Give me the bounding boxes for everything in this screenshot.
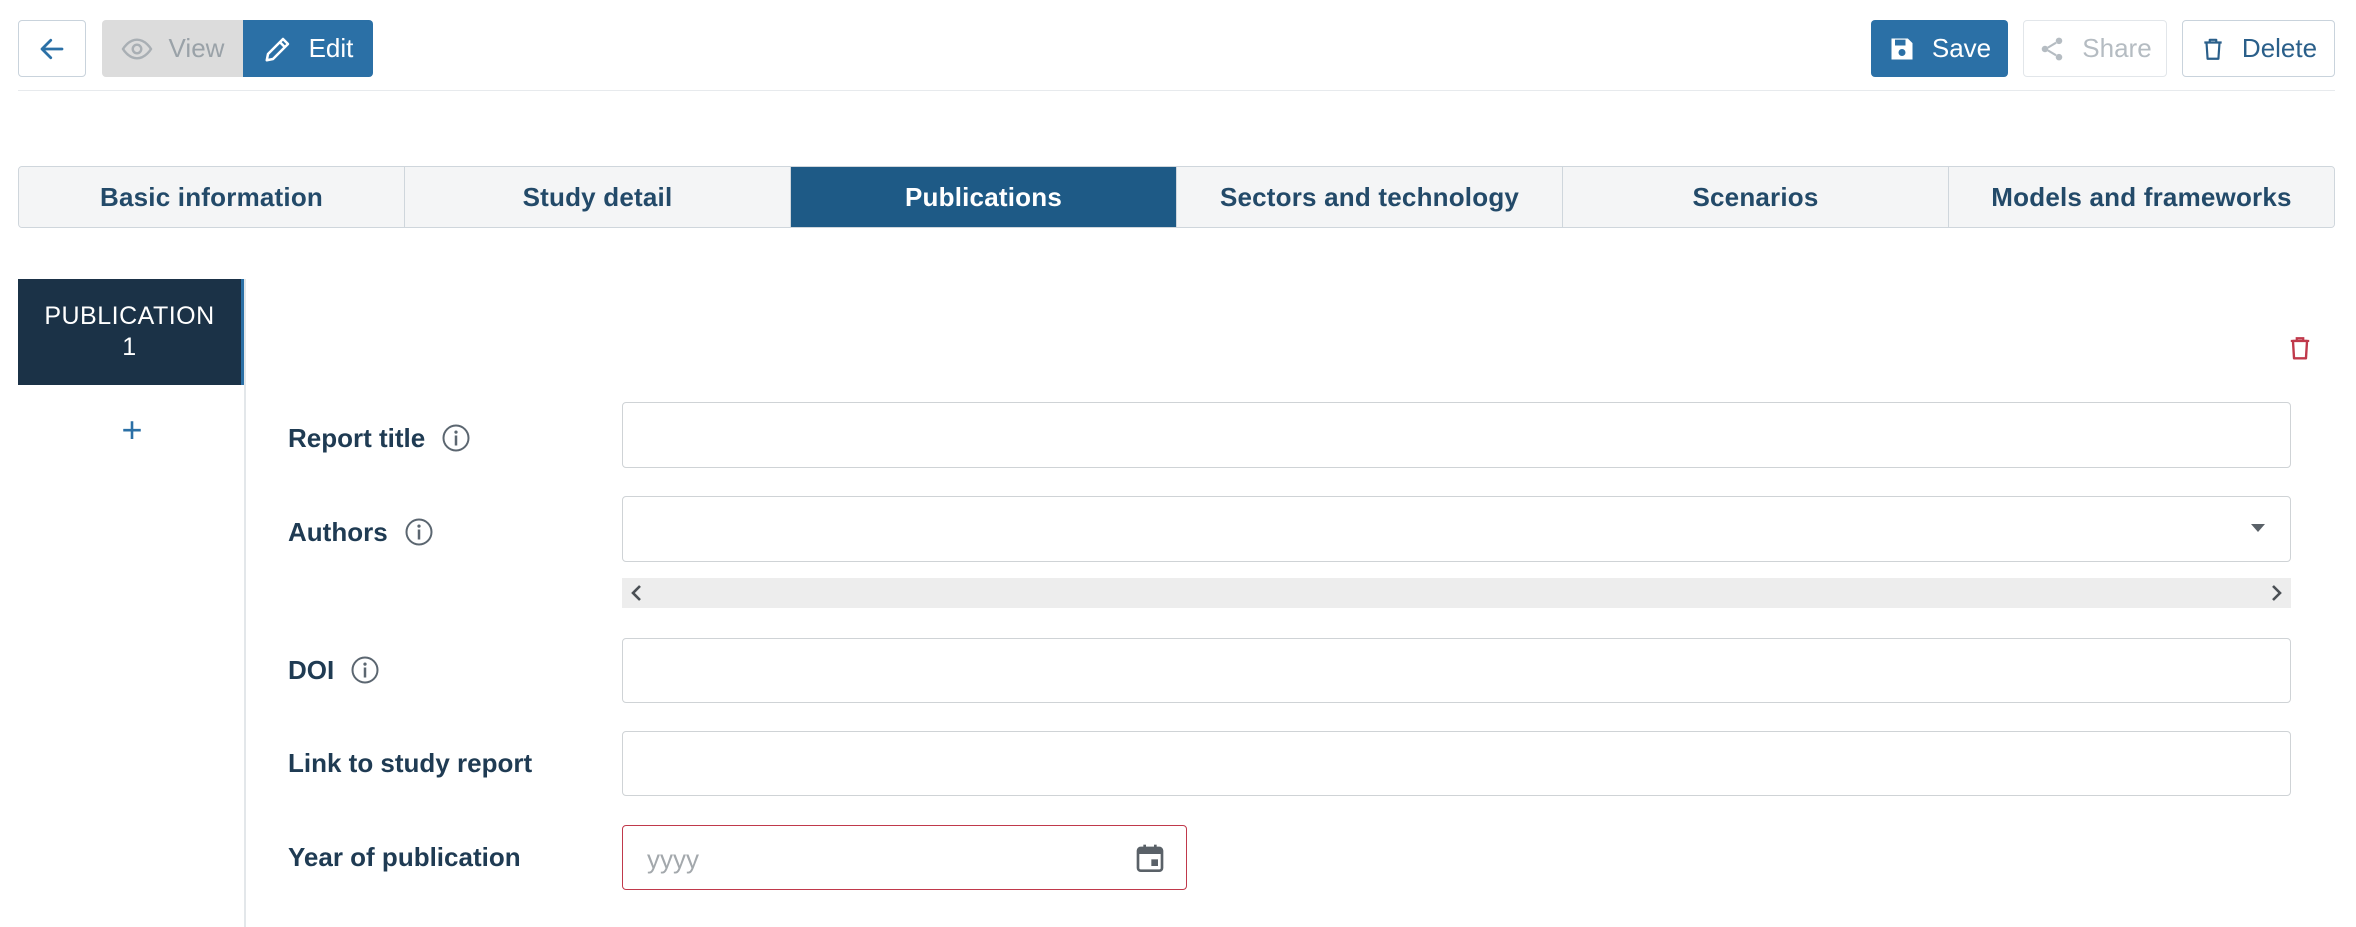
tab-scenarios[interactable]: Scenarios	[1563, 167, 1949, 227]
section-tabs: Basic information Study detail Publicati…	[18, 166, 2335, 228]
view-label: View	[168, 33, 225, 63]
report-title-label: Report title	[288, 418, 471, 458]
trash-icon	[2204, 38, 2222, 60]
year-of-publication-input[interactable]: yyyy	[622, 825, 1187, 890]
authors-label: Authors	[288, 512, 434, 552]
year-label-text: Year of publication	[288, 841, 521, 872]
info-circle-icon[interactable]	[441, 423, 471, 453]
save-label: Save	[1931, 33, 1992, 63]
calendar-icon[interactable]	[1134, 841, 1166, 875]
year-label: Year of publication	[288, 837, 521, 877]
toolbar-divider	[18, 90, 2335, 91]
save-button[interactable]: Save	[1871, 20, 2008, 77]
delete-button[interactable]: Delete	[2182, 20, 2335, 77]
tab-sectors-and-technology[interactable]: Sectors and technology	[1177, 167, 1563, 227]
authors-select[interactable]	[622, 496, 2291, 562]
chevron-right-icon[interactable]	[2269, 584, 2283, 602]
tab-models-and-frameworks[interactable]: Models and frameworks	[1949, 167, 2334, 227]
publication-item-1[interactable]: PUBLICATION 1	[18, 279, 245, 385]
publication-item-label: PUBLICATION	[44, 302, 215, 330]
pencil-icon	[265, 37, 289, 61]
share-icon	[2042, 37, 2063, 60]
info-circle-icon[interactable]	[404, 517, 434, 547]
trash-icon	[2290, 337, 2310, 360]
tab-basic-information[interactable]: Basic information	[19, 167, 405, 227]
authors-horizontal-scrollbar[interactable]	[622, 578, 2291, 608]
report-title-label-text: Report title	[288, 422, 426, 453]
remove-publication-button[interactable]	[2283, 330, 2317, 366]
doi-input[interactable]	[622, 638, 2291, 703]
edit-label: Edit	[308, 33, 354, 63]
edit-button[interactable]: Edit	[243, 20, 373, 77]
doi-label: DOI	[288, 650, 380, 690]
chevron-left-icon[interactable]	[630, 584, 644, 602]
link-label-text: Link to study report	[288, 747, 533, 778]
share-label: Share	[2082, 33, 2152, 63]
caret-down-icon	[2251, 524, 2265, 532]
back-button[interactable]	[18, 20, 86, 77]
publication-item-number: 1	[122, 333, 137, 361]
eye-icon	[121, 37, 152, 60]
year-placeholder: yyyy	[647, 844, 699, 874]
report-title-input[interactable]	[622, 402, 2291, 468]
delete-label: Delete	[2241, 33, 2318, 63]
authors-label-text: Authors	[288, 516, 388, 547]
view-button[interactable]: View	[102, 20, 243, 77]
link-to-study-report-input[interactable]	[622, 731, 2291, 796]
tab-publications[interactable]: Publications	[791, 167, 1177, 227]
tab-study-detail[interactable]: Study detail	[405, 167, 791, 227]
link-label: Link to study report	[288, 743, 532, 783]
info-circle-icon[interactable]	[350, 655, 380, 685]
add-publication-button[interactable]: +	[110, 408, 154, 452]
doi-label-text: DOI	[288, 654, 335, 685]
floppy-disk-icon	[1891, 38, 1913, 59]
arrow-left-icon	[40, 38, 64, 59]
share-button[interactable]: Share	[2023, 20, 2167, 77]
publication-nav-divider	[244, 279, 246, 927]
